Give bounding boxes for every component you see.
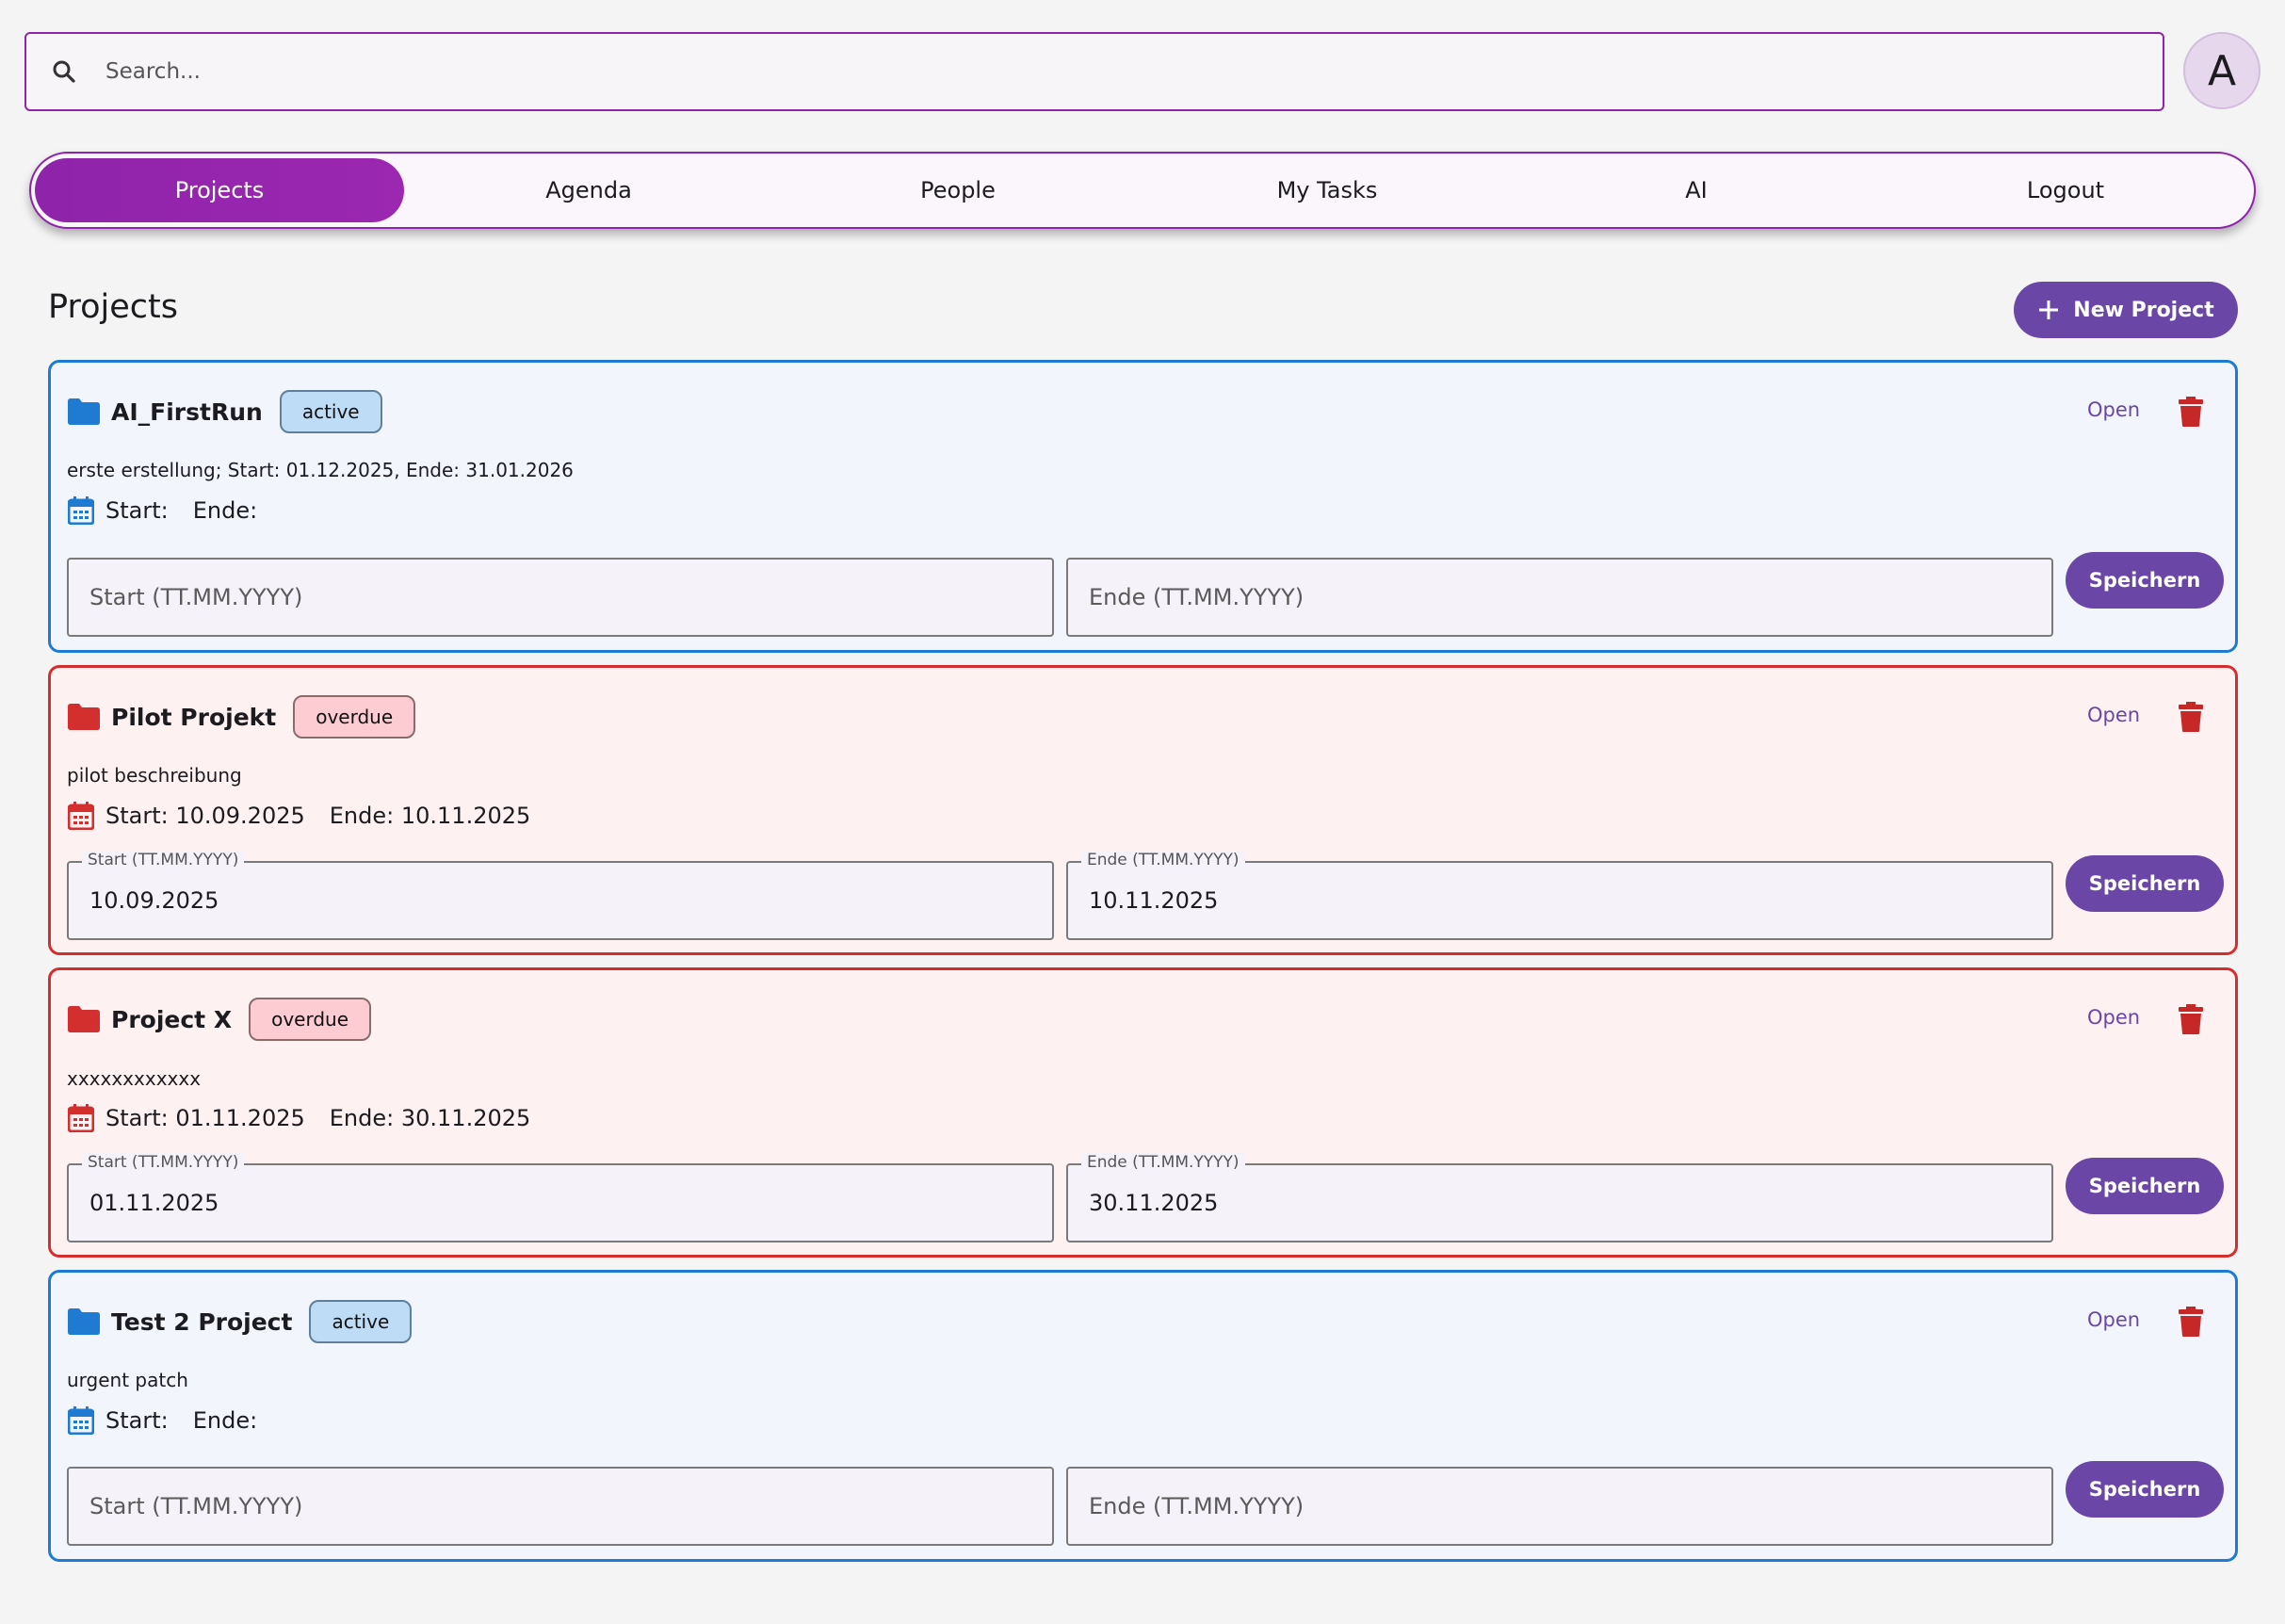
project-name: Project X (111, 1005, 233, 1033)
save-button[interactable]: Speichern (2066, 855, 2224, 912)
plus-icon (2039, 300, 2059, 319)
end-date-text: Ende: (192, 1407, 258, 1434)
end-date-text: Ende: 10.11.2025 (329, 803, 531, 829)
end-date-label: Ende (TT.MM.YYYY) (1081, 851, 1245, 869)
tab-projects[interactable]: Projects (35, 158, 404, 222)
open-project-button[interactable]: Open (2087, 398, 2140, 421)
start-date-value: 01.11.2025 (89, 1190, 219, 1216)
tab-my-tasks[interactable]: My Tasks (1142, 158, 1512, 222)
start-date-field[interactable]: Start (TT.MM.YYYY) 01.11.2025 (67, 1153, 1054, 1242)
calendar-icon (68, 1406, 94, 1435)
project-description: xxxxxxxxxxxx (67, 1067, 202, 1090)
date-summary: Start: 10.09.2025 Ende: 10.11.2025 (68, 802, 530, 830)
start-date-field[interactable]: Start (TT.MM.YYYY) (67, 1467, 1054, 1546)
trash-icon[interactable] (2178, 397, 2204, 427)
end-date-field[interactable]: Ende (TT.MM.YYYY) (1066, 558, 2053, 637)
status-badge: overdue (249, 998, 372, 1041)
start-date-text: Start: 10.09.2025 (105, 803, 305, 829)
start-date-label: Start (TT.MM.YYYY) (82, 1153, 245, 1172)
end-date-text: Ende: (192, 497, 258, 524)
date-summary: Start: Ende: (68, 1406, 257, 1435)
end-date-label: Ende (TT.MM.YYYY) (1081, 1153, 1245, 1172)
new-project-label: New Project (2073, 298, 2214, 322)
end-date-text: Ende: 30.11.2025 (329, 1105, 531, 1131)
open-project-button[interactable]: Open (2087, 1308, 2140, 1331)
tab-logout[interactable]: Logout (1881, 158, 2250, 222)
end-date-field[interactable]: Ende (TT.MM.YYYY) 30.11.2025 (1066, 1153, 2053, 1242)
page-title: Projects (48, 288, 178, 326)
calendar-icon (68, 496, 94, 525)
project-description: pilot beschreibung (67, 764, 242, 787)
tab-agenda[interactable]: Agenda (404, 158, 773, 222)
folder-icon (68, 1308, 100, 1335)
search-input[interactable] (83, 34, 2163, 109)
folder-icon (68, 398, 100, 425)
save-button[interactable]: Speichern (2066, 1461, 2224, 1518)
date-summary: Start: Ende: (68, 496, 257, 525)
end-date-field[interactable]: Ende (TT.MM.YYYY) (1066, 1467, 2053, 1546)
calendar-icon (68, 802, 94, 830)
folder-icon (68, 1006, 100, 1032)
start-date-text: Start: 01.11.2025 (105, 1105, 305, 1131)
project-name: Test 2 Project (111, 1307, 293, 1336)
date-summary: Start: 01.11.2025 Ende: 30.11.2025 (68, 1104, 530, 1132)
project-description: erste erstellung; Start: 01.12.2025, End… (67, 459, 574, 481)
new-project-button[interactable]: New Project (2014, 282, 2238, 338)
calendar-icon (68, 1104, 94, 1132)
save-button[interactable]: Speichern (2066, 552, 2224, 609)
trash-icon[interactable] (2178, 1004, 2204, 1034)
main-nav: Projects Agenda People My Tasks AI Logou… (29, 152, 2256, 229)
start-date-field[interactable]: Start (TT.MM.YYYY) (67, 558, 1054, 637)
project-card: AI_FirstRun active Open erste erstellung… (48, 360, 2238, 653)
end-date-value: 30.11.2025 (1089, 1190, 1219, 1216)
start-date-field[interactable]: Start (TT.MM.YYYY) 10.09.2025 (67, 851, 1054, 940)
search-box[interactable] (24, 32, 2164, 111)
avatar[interactable]: A (2183, 32, 2261, 109)
end-date-value: 10.11.2025 (1089, 887, 1219, 914)
status-badge: overdue (293, 695, 416, 739)
top-bar: A (24, 32, 2261, 111)
folder-icon (68, 704, 100, 730)
save-button[interactable]: Speichern (2066, 1158, 2224, 1214)
project-name: AI_FirstRun (111, 398, 263, 426)
status-badge: active (309, 1300, 413, 1343)
trash-icon[interactable] (2178, 1307, 2204, 1337)
end-date-field[interactable]: Ende (TT.MM.YYYY) 10.11.2025 (1066, 851, 2053, 940)
tab-ai[interactable]: AI (1512, 158, 1881, 222)
tab-people[interactable]: People (773, 158, 1142, 222)
project-card: Pilot Projekt overdue Open pilot beschre… (48, 665, 2238, 955)
start-date-text: Start: (105, 497, 169, 524)
search-icon (45, 53, 83, 90)
start-date-text: Start: (105, 1407, 169, 1434)
project-card: Test 2 Project active Open urgent patch … (48, 1270, 2238, 1562)
status-badge: active (279, 390, 382, 433)
project-card: Project X overdue Open xxxxxxxxxxxx Star… (48, 967, 2238, 1258)
project-description: urgent patch (67, 1369, 188, 1391)
start-date-label: Start (TT.MM.YYYY) (82, 851, 245, 869)
project-name: Pilot Projekt (111, 703, 277, 731)
open-project-button[interactable]: Open (2087, 1006, 2140, 1029)
trash-icon[interactable] (2178, 702, 2204, 732)
start-date-value: 10.09.2025 (89, 887, 219, 914)
open-project-button[interactable]: Open (2087, 704, 2140, 726)
